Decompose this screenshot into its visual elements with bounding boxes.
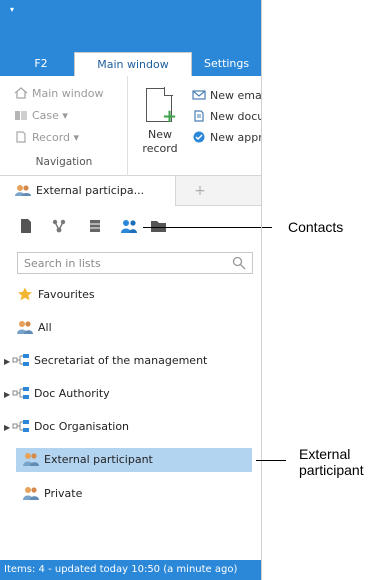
list-type-toolbar xyxy=(0,207,261,245)
tree-item-private[interactable]: Private xyxy=(16,482,252,506)
folder-icon[interactable] xyxy=(150,217,168,235)
status-bar: Items: 4 - updated today 10:50 (a minute… xyxy=(0,560,261,580)
navigation-group: Main window Case ▾ Record ▾ Navigation xyxy=(0,76,128,176)
tab-main-window[interactable]: Main window xyxy=(74,52,192,76)
f2-application-window: ▾ F2 Main window Settings Main window Ca… xyxy=(0,0,262,580)
ribbon-tab-bar: F2 Main window Settings xyxy=(0,46,261,76)
search-lists-box[interactable] xyxy=(17,252,253,274)
document-icon xyxy=(194,110,204,122)
navigation-group-label: Navigation xyxy=(35,156,93,168)
quick-access-dropdown-icon[interactable]: ▾ xyxy=(10,6,18,14)
tree-item-secretariat[interactable]: ▶ Secretariat of the management xyxy=(4,349,240,373)
tree-item-favourites[interactable]: Favourites xyxy=(16,283,252,307)
new-approval-button[interactable]: New appr xyxy=(192,128,262,148)
new-document-button[interactable]: New docu xyxy=(192,107,262,127)
external-participant-callout-line xyxy=(256,460,286,461)
star-icon xyxy=(18,287,32,301)
main-window-label: Main window xyxy=(32,87,104,100)
new-approval-label: New appr xyxy=(210,131,262,144)
contacts-icon xyxy=(23,487,39,500)
org-unit-icon xyxy=(12,420,29,432)
tree-item-doc-organisation[interactable]: ▶ Doc Organisation xyxy=(4,415,240,439)
new-email-button[interactable]: New ema xyxy=(192,86,262,106)
main-window-button[interactable]: Main window xyxy=(14,84,104,104)
list-view-icon[interactable] xyxy=(86,217,104,235)
tree-item-label: Doc Organisation xyxy=(34,420,130,433)
org-unit-icon xyxy=(12,387,29,399)
contacts-list-icon[interactable] xyxy=(120,217,138,235)
add-tab-button[interactable]: + xyxy=(190,176,210,206)
tree-item-label: External participant xyxy=(44,453,153,466)
new-record-label: New record xyxy=(142,128,178,155)
title-bar: ▾ xyxy=(0,0,261,46)
case-label: Case ▾ xyxy=(32,109,68,122)
tab-f2[interactable]: F2 xyxy=(24,52,58,76)
case-icon xyxy=(15,111,27,120)
search-icon[interactable] xyxy=(232,256,246,270)
contacts-icon xyxy=(15,185,31,196)
plus-icon: + xyxy=(162,106,178,127)
tree-item-doc-authority[interactable]: ▶ Doc Authority xyxy=(4,382,240,406)
tab-external-participant-label: External participa... xyxy=(36,184,145,197)
home-icon xyxy=(14,87,28,99)
tab-external-participant[interactable]: External participa... xyxy=(0,176,176,206)
contacts-callout-label: Contacts xyxy=(288,219,344,235)
expand-arrow-icon[interactable]: ▶ xyxy=(4,416,12,440)
expand-arrow-icon[interactable]: ▶ xyxy=(4,383,12,407)
email-icon xyxy=(192,90,206,100)
org-structure-icon[interactable] xyxy=(50,217,68,235)
tree-item-label: Doc Authority xyxy=(34,387,110,400)
record-icon xyxy=(16,131,26,143)
record-button[interactable]: Record ▾ xyxy=(14,128,79,148)
record-label: Record ▾ xyxy=(32,131,80,144)
contacts-callout-line xyxy=(143,227,261,228)
tree-item-label: Private xyxy=(44,487,83,500)
approval-icon xyxy=(193,131,205,143)
external-participant-callout-label: External participant xyxy=(299,446,364,478)
tree-item-label: All xyxy=(38,321,52,334)
tree-item-all[interactable]: All xyxy=(16,316,252,340)
contacts-icon xyxy=(17,321,33,334)
tab-settings[interactable]: Settings xyxy=(204,52,261,76)
new-document-label: New docu xyxy=(210,110,262,123)
new-record-button[interactable]: + New record xyxy=(136,84,184,168)
document-list-icon[interactable] xyxy=(17,217,35,235)
new-email-label: New ema xyxy=(210,89,262,102)
contacts-callout-line-ext xyxy=(262,227,272,228)
tree-item-label: Secretariat of the management xyxy=(34,354,208,367)
org-unit-icon xyxy=(12,354,29,366)
expand-arrow-icon[interactable]: ▶ xyxy=(4,350,12,374)
contacts-icon xyxy=(23,453,39,466)
search-input[interactable] xyxy=(18,253,218,273)
document-tab-bar: External participa... + xyxy=(0,176,261,206)
tree-item-label: Favourites xyxy=(38,288,95,301)
ribbon: Main window Case ▾ Record ▾ Navigation +… xyxy=(0,76,262,176)
tree-item-external-participant[interactable]: External participant xyxy=(16,448,252,472)
case-button[interactable]: Case ▾ xyxy=(14,106,68,126)
